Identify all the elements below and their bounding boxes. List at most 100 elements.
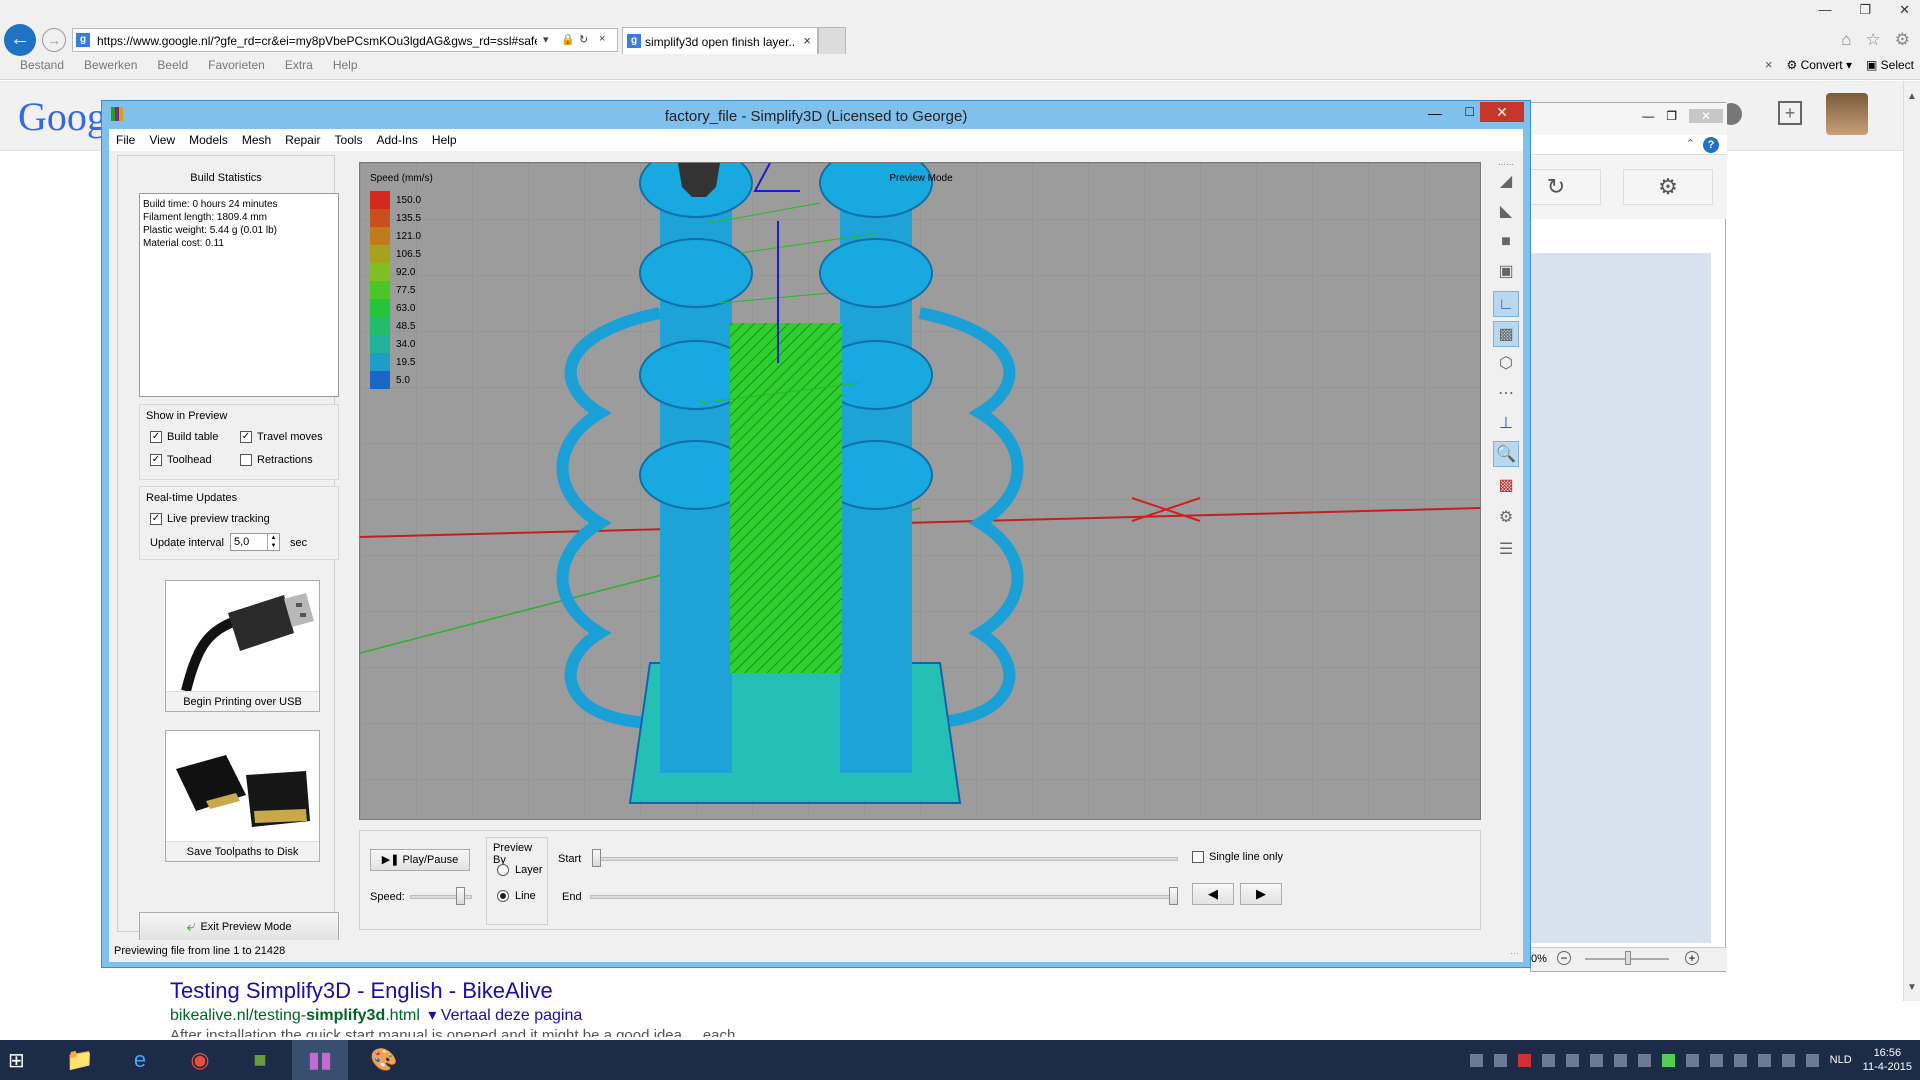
point-view-icon[interactable]: ⋯ (1493, 381, 1519, 407)
tray-flag-icon[interactable] (1733, 1053, 1747, 1067)
forward-button[interactable]: → (42, 28, 66, 52)
view-top-icon[interactable]: ◢ (1493, 169, 1519, 195)
share-plus-icon[interactable]: + (1778, 101, 1802, 125)
gear-button[interactable]: ⚙ (1623, 169, 1713, 205)
bg-restore-icon[interactable]: ❐ (1666, 109, 1677, 123)
menu-help[interactable]: Help (323, 58, 368, 74)
toolhead-checkbox[interactable]: ✓ Toolhead (150, 454, 212, 466)
search-dropdown-icon[interactable]: ▾ (543, 33, 549, 46)
search-result-title[interactable]: Testing Simplify3D - English - BikeAlive (170, 978, 553, 1004)
browser-restore-icon[interactable]: ❐ (1859, 2, 1871, 18)
zoom-thumb[interactable] (1625, 951, 1631, 965)
view-bottom-icon[interactable]: ◣ (1493, 199, 1519, 225)
tray-icon-5[interactable] (1589, 1053, 1603, 1067)
maximize-icon[interactable]: □ (1466, 103, 1474, 119)
tab-close-icon[interactable]: × (803, 33, 811, 48)
zoom-in-icon[interactable]: + (1685, 951, 1699, 965)
tray-battery-icon[interactable] (1757, 1053, 1771, 1067)
page-scrollbar[interactable]: ▲ ▼ (1903, 81, 1920, 1001)
start-slider-thumb[interactable] (592, 849, 601, 867)
tray-icon-6[interactable] (1613, 1053, 1627, 1067)
tray-icon-2[interactable] (1493, 1053, 1507, 1067)
view-side-icon[interactable]: ▣ (1493, 259, 1519, 285)
spin-arrows-icon[interactable]: ▲ ▼ (267, 534, 279, 550)
menu-tools[interactable]: Tools (328, 133, 370, 147)
step-back-button[interactable]: ◀ (1192, 883, 1234, 905)
close-icon[interactable]: ✕ (1480, 102, 1524, 122)
refresh-icon[interactable]: ↻ (579, 33, 588, 46)
layer-radio[interactable]: Layer (497, 864, 543, 876)
menu-mesh[interactable]: Mesh (235, 133, 278, 147)
scroll-down-icon[interactable]: ▼ (1907, 982, 1917, 993)
tray-icon-9[interactable] (1685, 1053, 1699, 1067)
tray-volume-icon[interactable] (1805, 1053, 1819, 1067)
minecraft-icon[interactable]: ■ (232, 1040, 288, 1080)
tray-icon-7[interactable] (1637, 1053, 1651, 1067)
back-button[interactable]: ← (4, 24, 36, 56)
menu-bewerken[interactable]: Bewerken (74, 58, 147, 74)
end-slider-track[interactable] (590, 895, 1178, 899)
menu-models[interactable]: Models (182, 133, 235, 147)
build-table-checkbox[interactable]: ✓ Build table (150, 431, 218, 443)
wireframe-view-icon[interactable]: ⬡ (1493, 351, 1519, 377)
view-front-icon[interactable]: ■ (1493, 229, 1519, 255)
retractions-checkbox[interactable]: Retractions (240, 454, 313, 466)
menu-beeld[interactable]: Beeld (147, 58, 198, 74)
menu-view[interactable]: View (142, 133, 182, 147)
address-close-icon[interactable]: × (599, 33, 605, 45)
language-indicator[interactable]: NLD (1830, 1054, 1852, 1066)
paint-icon[interactable]: 🎨 (356, 1040, 412, 1080)
simplify3d-taskbar-icon[interactable]: ▮▮ (292, 1040, 348, 1080)
resize-grip-icon[interactable]: ⋯ (1510, 948, 1519, 959)
address-bar[interactable]: g https://www.google.nl/?gfe_rd=cr&ei=my… (72, 28, 618, 52)
new-tab-button[interactable] (818, 27, 846, 54)
tray-icon-adobe[interactable] (1517, 1053, 1531, 1067)
menu-extra[interactable]: Extra (275, 58, 323, 74)
commandbar-close-icon[interactable]: × (1765, 57, 1773, 72)
browser-close-icon[interactable]: ✕ (1899, 2, 1910, 18)
bg-close-icon[interactable]: ✕ (1689, 109, 1723, 123)
show-axes-icon[interactable]: ∟ (1493, 291, 1519, 317)
tray-icon-8[interactable] (1661, 1053, 1675, 1067)
start-slider-track[interactable] (592, 857, 1178, 861)
menu-file[interactable]: File (109, 133, 142, 147)
cross-section-icon[interactable]: ▩ (1493, 473, 1519, 499)
tray-icon-1[interactable] (1469, 1053, 1483, 1067)
speed-slider-thumb[interactable] (456, 887, 465, 905)
tray-network-icon[interactable] (1781, 1053, 1795, 1067)
play-pause-button[interactable]: ▶❚ Play/Pause (370, 849, 470, 871)
browser-minimize-icon[interactable]: — (1818, 2, 1831, 18)
file-explorer-icon[interactable]: 📁 (52, 1040, 108, 1080)
menu-repair[interactable]: Repair (278, 133, 327, 147)
menu-bestand[interactable]: Bestand (10, 58, 74, 74)
single-line-checkbox[interactable]: Single line only (1192, 851, 1283, 863)
menu-favorieten[interactable]: Favorieten (198, 58, 275, 74)
menu-help-app[interactable]: Help (425, 133, 464, 147)
select-button[interactable]: ▣ Select (1866, 58, 1914, 72)
avatar[interactable] (1826, 93, 1868, 135)
settings-gear-icon[interactable]: ⚙ (1895, 30, 1910, 50)
tray-icon-4[interactable] (1565, 1053, 1579, 1067)
convert-button[interactable]: ⚙ Convert ▾ (1786, 58, 1851, 72)
windows-start-icon[interactable]: ⊞ (8, 1048, 32, 1072)
line-radio[interactable]: Line (497, 890, 536, 902)
perspective-icon[interactable]: ⊥ (1493, 411, 1519, 437)
tray-icon-10[interactable] (1709, 1053, 1723, 1067)
home-icon[interactable]: ⌂ (1841, 30, 1851, 50)
scroll-up-icon[interactable]: ▲ (1907, 91, 1917, 102)
end-slider-thumb[interactable] (1169, 887, 1178, 905)
minimize-icon[interactable]: — (1428, 105, 1442, 121)
browser-tab[interactable]: g simplify3d open finish layer... × (622, 27, 818, 54)
google-logo[interactable]: Goog (18, 93, 107, 140)
exit-preview-button[interactable]: ⤶ Exit Preview Mode (139, 912, 339, 942)
live-preview-checkbox[interactable]: ✓ Live preview tracking (150, 513, 270, 525)
tray-icon-3[interactable] (1541, 1053, 1555, 1067)
help-icon[interactable]: ? (1703, 137, 1719, 153)
address-url[interactable]: https://www.google.nl/?gfe_rd=cr&ei=my8p… (97, 34, 537, 48)
zoom-out-icon[interactable]: − (1557, 951, 1571, 965)
machine-control-icon[interactable]: ☰ (1493, 537, 1519, 563)
preview-tool-icon[interactable]: 🔍 (1493, 441, 1519, 467)
translate-link[interactable]: ▾ Vertaal deze pagina (428, 1007, 582, 1024)
internet-explorer-icon[interactable]: e (112, 1040, 168, 1080)
clock[interactable]: 16:56 11-4-2015 (1863, 1046, 1912, 1074)
